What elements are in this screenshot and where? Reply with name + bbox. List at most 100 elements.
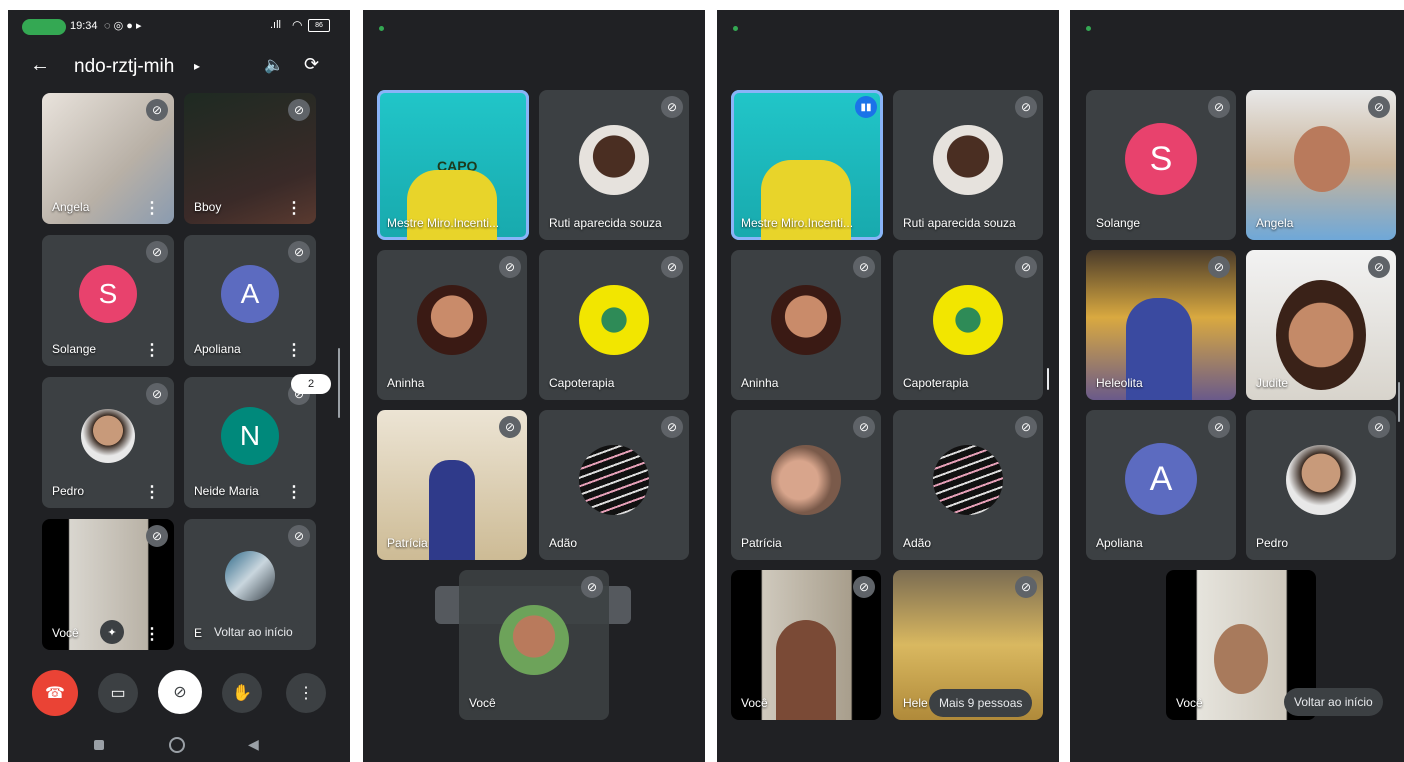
person-figure [776, 620, 836, 720]
participant-tile-adao[interactable]: ⊘ Adão [539, 410, 689, 560]
more-options-button[interactable]: ⋮ [286, 673, 326, 713]
avatar: N [221, 406, 279, 465]
avatar: A [221, 264, 279, 323]
participant-tile-aninha[interactable]: ⊘ Aninha [731, 250, 881, 400]
participant-tile-voce[interactable]: ⊘ Você [731, 570, 881, 720]
muted-mic-icon: ⊘ [853, 576, 875, 598]
avatar: S [79, 264, 137, 323]
participant-tile-voce[interactable]: ⊘ Você ✦ ⋮ [42, 519, 174, 650]
participant-tile-angela[interactable]: ⊘ Angela [1246, 90, 1396, 240]
meet-screen-4: ⊘ S Solange ⊘ Angela ⊘ Heleolita ⊘ Judit… [1070, 10, 1404, 762]
participant-name: Patrícia [387, 536, 428, 550]
muted-mic-icon: ⊘ [853, 416, 875, 438]
mic-toggle-button[interactable]: ⊘ [158, 670, 202, 714]
participant-tile-patricia[interactable]: ⊘ Patrícia [377, 410, 527, 560]
meeting-info-caret-icon[interactable]: ▸ [194, 59, 200, 73]
participant-tile-ruti[interactable]: ⊘ Ruti aparecida souza [893, 90, 1043, 240]
camera-toggle-button[interactable]: ▭ [98, 673, 138, 713]
end-call-button[interactable]: ☎ [32, 670, 78, 716]
meet-screen-1: 19:34 ◌ ◎ ● ▸ .ıll ◠ 86 ← ndo-rztj-mih ▸… [8, 10, 350, 762]
participant-tile-adao[interactable]: ⊘ Adão [893, 410, 1043, 560]
nav-back-icon[interactable]: ◀ [248, 736, 259, 753]
muted-mic-icon: ⊘ [288, 99, 310, 121]
scrollbar[interactable] [1398, 382, 1400, 422]
person-figure [429, 460, 475, 560]
more-options-icon[interactable]: ⋮ [286, 343, 302, 359]
participant-tile-solange[interactable]: ⊘ S Solange ⋮ [42, 235, 174, 366]
participant-name: Angela [52, 200, 90, 214]
participant-tile-capoterapia[interactable]: ⊘ Capoterapia [539, 250, 689, 400]
more-people-button[interactable]: Mais 9 pessoas [929, 689, 1033, 717]
more-options-icon[interactable]: ⋮ [286, 201, 302, 217]
back-arrow-icon[interactable]: ← [30, 54, 50, 77]
participant-tile-pedro[interactable]: ⊘ Pedro [1246, 410, 1396, 560]
participant-name: Adão [549, 536, 578, 550]
participant-tile-patricia[interactable]: ⊘ Patrícia [731, 410, 881, 560]
participant-name: Mestre Miro.Incenti... [387, 216, 500, 230]
return-to-start-button[interactable]: Voltar ao início [1284, 688, 1383, 716]
scrollbar[interactable] [338, 348, 340, 418]
raise-hand-button[interactable]: ✋ [222, 673, 262, 713]
status-bar: 19:34 ◌ ◎ ● ▸ .ıll ◠ 86 [8, 10, 350, 42]
speaker-icon[interactable]: 🔈 [264, 55, 284, 75]
participant-tile-angela[interactable]: ⊘ Angela ⋮ [42, 93, 174, 224]
participant-name: Solange [52, 342, 97, 356]
participant-name: Aninha [387, 376, 425, 390]
participant-name: Apoliana [1096, 536, 1143, 550]
status-dot [379, 26, 384, 31]
participant-tile-mestre-miro[interactable]: CAPO Mestre Miro.Incenti... [377, 90, 529, 240]
participant-name: Aninha [741, 376, 779, 390]
muted-mic-icon: ⊘ [146, 383, 168, 405]
capoterapia-logo [579, 285, 649, 355]
muted-mic-icon: ⊘ [853, 256, 875, 278]
return-to-start-button[interactable]: Voltar ao início [204, 618, 303, 646]
profile-photo [417, 285, 487, 355]
participant-name: E [194, 626, 203, 640]
more-options-icon[interactable]: ⋮ [286, 485, 302, 501]
meet-screen-2: CAPO Mestre Miro.Incenti... ⊘ Ruti apare… [363, 10, 705, 762]
battery-level: 86 [315, 22, 323, 29]
participant-name: Angela [1256, 216, 1294, 230]
speaking-indicator-icon: ▮▮ [855, 96, 877, 118]
participant-tile-voce[interactable]: ⊘ Você [459, 570, 609, 720]
muted-mic-icon: ⊘ [288, 525, 310, 547]
status-dot [1086, 26, 1091, 31]
page-indicator-badge[interactable]: 2 [291, 374, 331, 394]
muted-mic-icon: ⊘ [1015, 96, 1037, 118]
muted-mic-icon: ⊘ [1368, 256, 1390, 278]
muted-mic-icon: ⊘ [1015, 576, 1037, 598]
participant-tile-judite[interactable]: ⊘ Judite [1246, 250, 1396, 400]
nav-recents-icon[interactable] [94, 740, 104, 750]
participant-name: Você [469, 696, 496, 710]
participant-tile-heleolita[interactable]: ⊘ Heleolita [1086, 250, 1236, 400]
profile-photo [771, 285, 841, 355]
participant-tile-bboy[interactable]: ⊘ Bboy ⋮ [184, 93, 316, 224]
switch-camera-icon[interactable]: ⟳ [304, 54, 319, 75]
participant-tile-ruti[interactable]: ⊘ Ruti aparecida souza [539, 90, 689, 240]
nav-home-icon[interactable] [169, 737, 185, 753]
muted-mic-icon: ⊘ [499, 256, 521, 278]
participant-name: Judite [1256, 376, 1289, 390]
person-face [1294, 126, 1350, 192]
participant-tile-pedro[interactable]: ⊘ Pedro ⋮ [42, 377, 174, 508]
participant-tile-aninha[interactable]: ⊘ Aninha [377, 250, 527, 400]
participant-name: Mestre Miro.Incenti... [741, 216, 854, 230]
profile-photo [225, 550, 275, 601]
effects-icon[interactable]: ✦ [100, 620, 124, 644]
status-time: 19:34 [70, 20, 98, 32]
more-options-icon[interactable]: ⋮ [144, 485, 160, 501]
participant-tile-solange[interactable]: ⊘ S Solange [1086, 90, 1236, 240]
participant-name: Patrícia [741, 536, 782, 550]
scrollbar[interactable] [1047, 368, 1049, 390]
muted-mic-icon: ⊘ [661, 256, 683, 278]
meeting-code[interactable]: ndo-rztj-mih [74, 56, 174, 78]
more-options-icon[interactable]: ⋮ [144, 343, 160, 359]
more-options-icon[interactable]: ⋮ [144, 627, 160, 643]
muted-mic-icon: ⊘ [146, 99, 168, 121]
participant-tile-apoliana[interactable]: ⊘ A Apoliana ⋮ [184, 235, 316, 366]
participant-tile-apoliana[interactable]: ⊘ A Apoliana [1086, 410, 1236, 560]
participant-tile-mestre-miro[interactable]: ▮▮ Mestre Miro.Incenti... [731, 90, 883, 240]
more-options-icon[interactable]: ⋮ [144, 201, 160, 217]
participant-tile-neide-maria[interactable]: ⊘ N Neide Maria ⋮ [184, 377, 316, 508]
participant-tile-capoterapia[interactable]: ⊘ Capoterapia [893, 250, 1043, 400]
